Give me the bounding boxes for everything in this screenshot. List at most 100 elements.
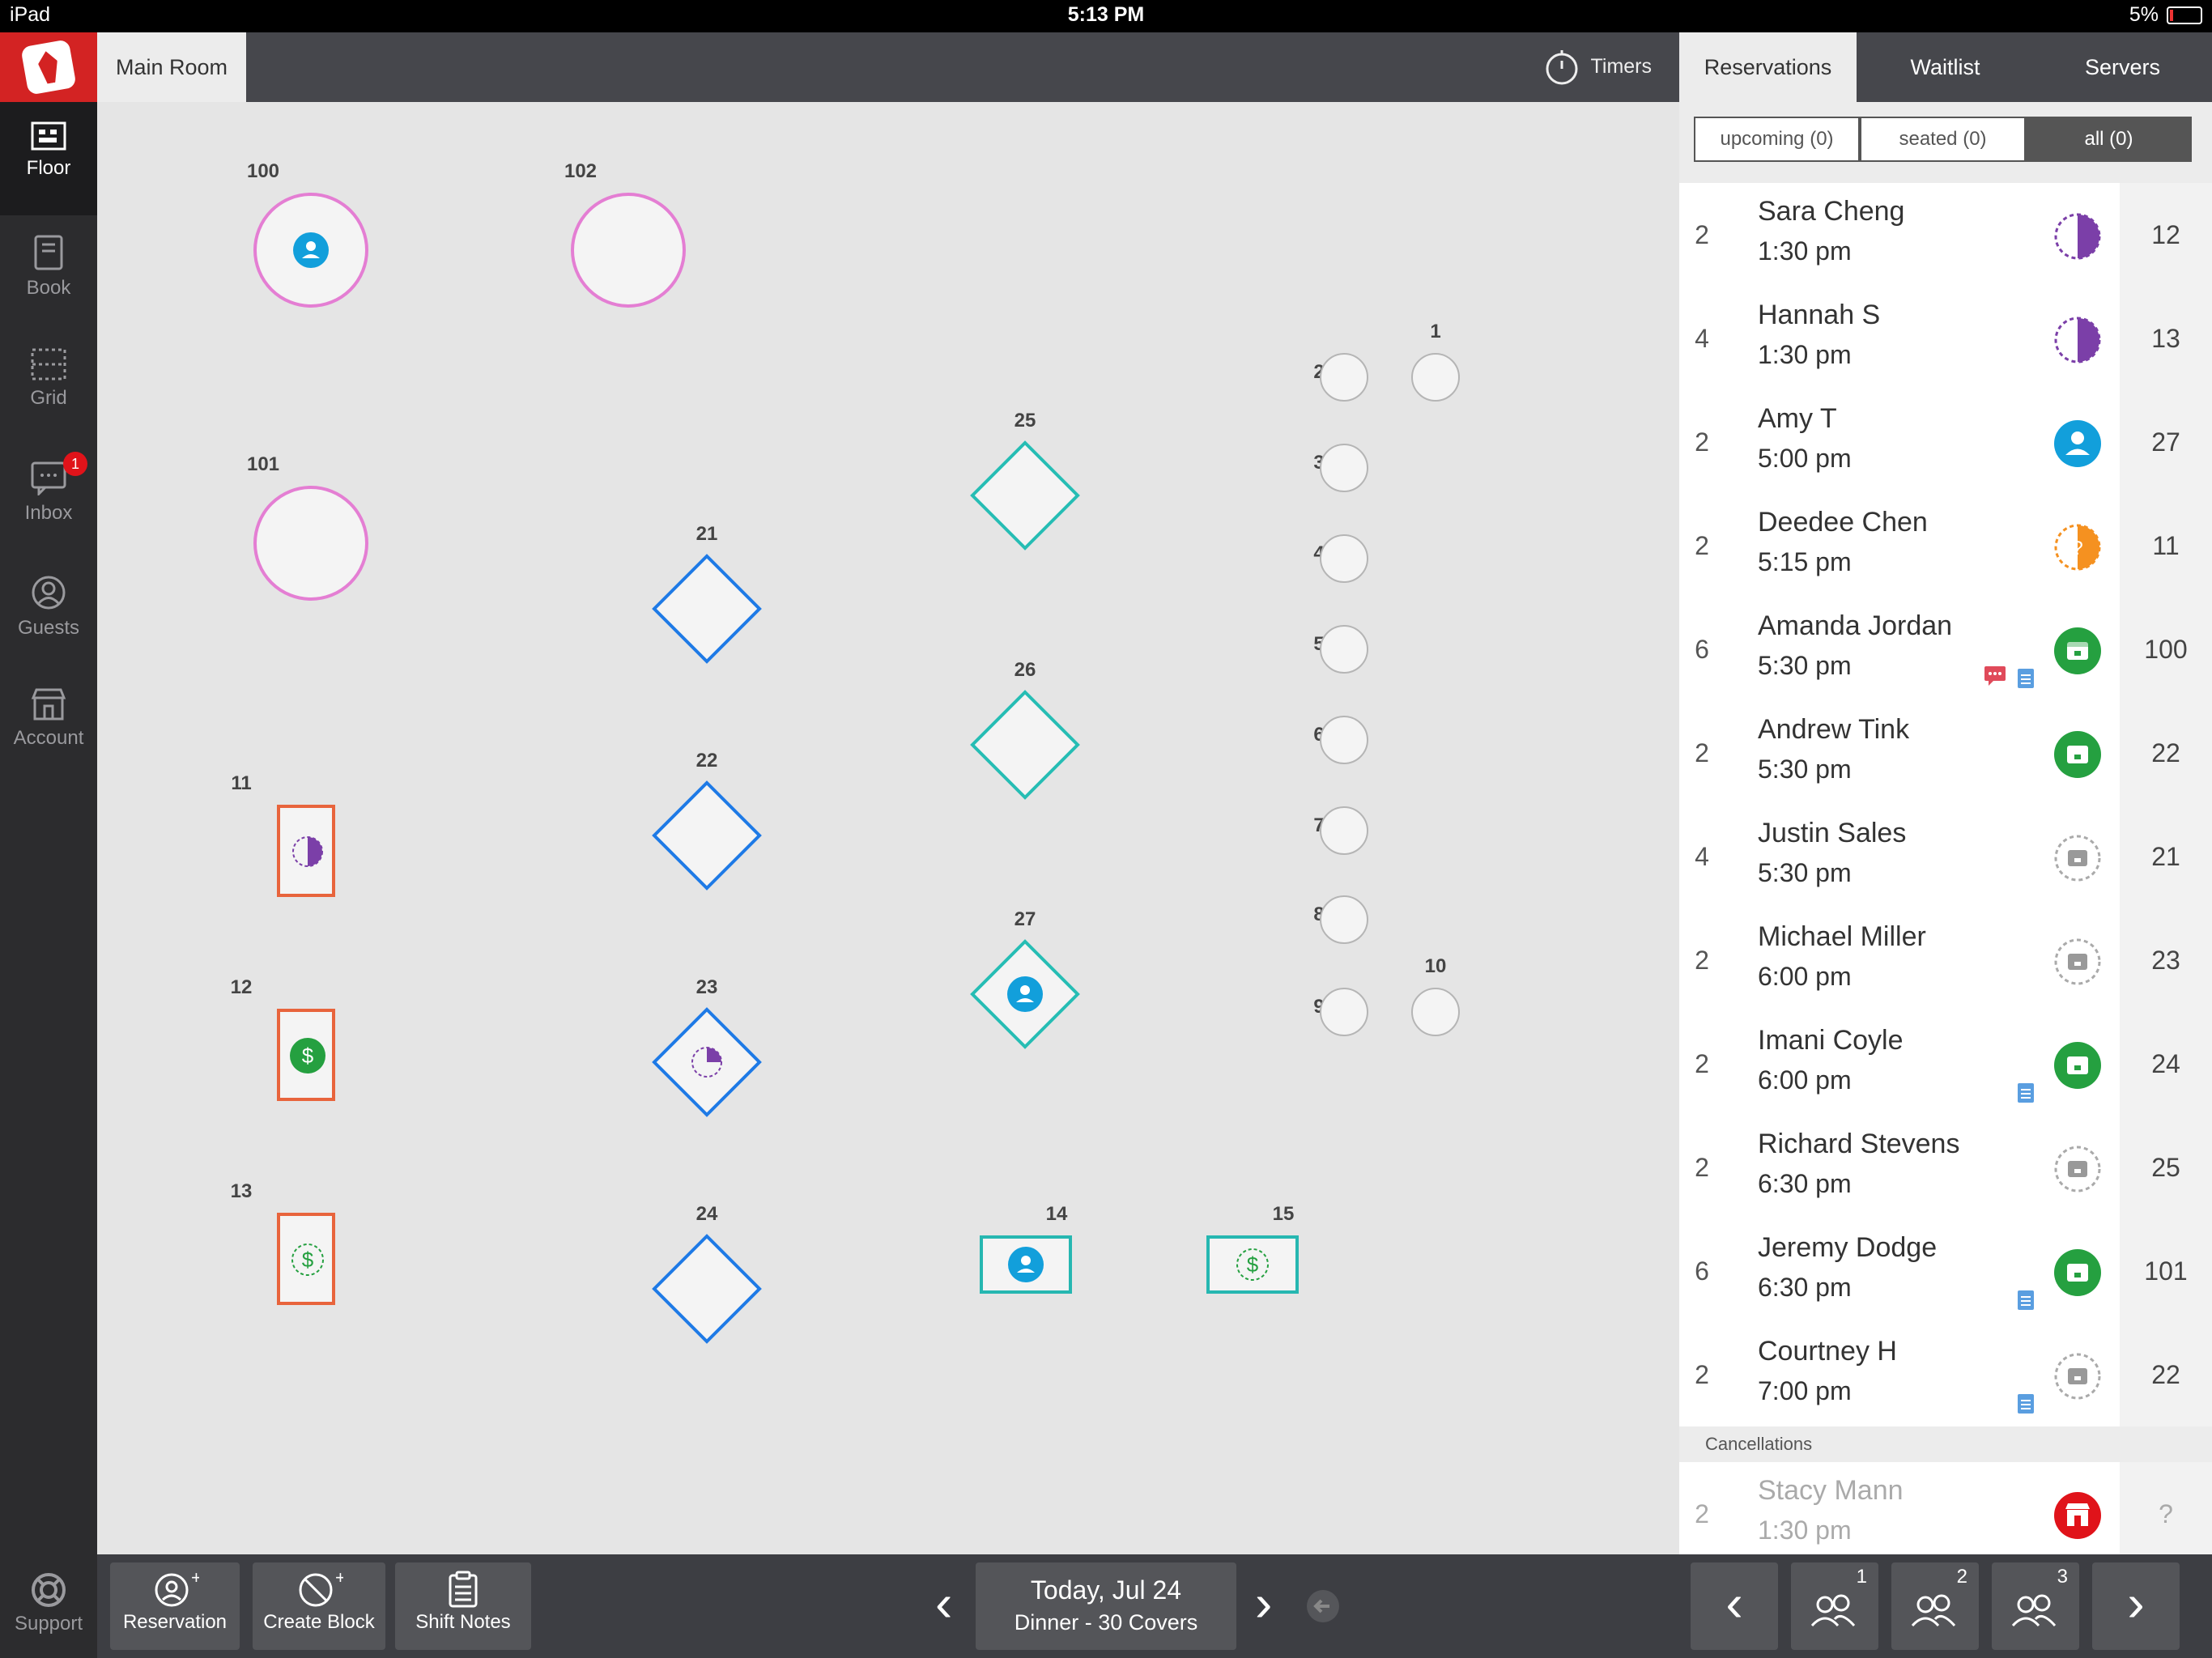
inbox-icon <box>31 461 66 495</box>
sidebar-item-floor[interactable]: Floor <box>0 102 97 215</box>
table-10[interactable] <box>1411 988 1460 1036</box>
table-24[interactable] <box>652 1234 762 1344</box>
assigned-table: 11 <box>2120 494 2212 597</box>
table-13[interactable]: $ <box>277 1213 335 1305</box>
table-label-10: 10 <box>1424 955 1447 977</box>
table-12[interactable]: $ <box>277 1009 335 1101</box>
table-101[interactable] <box>253 486 368 601</box>
sidebar-item-grid[interactable]: Grid <box>0 329 97 442</box>
party-size: 2 <box>1695 1360 1709 1389</box>
previous-day-chevron-icon[interactable]: ‹ <box>935 1577 952 1629</box>
server-group-1-button[interactable]: 1 <box>1791 1562 1878 1650</box>
timers-button[interactable]: Timers <box>1544 47 1652 86</box>
table-26[interactable] <box>970 690 1080 800</box>
table-label-25: 25 <box>1014 410 1036 432</box>
table-6[interactable] <box>1320 716 1368 764</box>
reservation-row[interactable]: 2 Courtney H 7:00 pm 22 <box>1679 1323 2212 1428</box>
table-label-1: 1 <box>1430 321 1441 342</box>
half-moon-icon <box>292 836 323 867</box>
table-5[interactable] <box>1320 625 1368 674</box>
back-to-today-icon[interactable] <box>1305 1588 1341 1624</box>
party-size: 2 <box>1695 1153 1709 1182</box>
grid-icon <box>31 348 66 380</box>
guest-name: Imani Coyle <box>1758 1025 1904 1056</box>
table-22[interactable] <box>652 780 762 891</box>
table-11[interactable] <box>277 805 335 897</box>
tab-waitlist[interactable]: Waitlist <box>1857 32 2034 102</box>
sidebar-item-label: Floor <box>26 157 71 179</box>
bottom-toolbar: + Reservation + Create Block Shift Notes… <box>97 1554 2212 1658</box>
filter-seated[interactable]: seated (0) <box>1860 117 2026 162</box>
table-21[interactable] <box>652 554 762 664</box>
block-icon: + <box>299 1571 343 1607</box>
reservation-row[interactable]: 2 Sara Cheng 1:30 pm 12 <box>1679 183 2212 288</box>
app-logo[interactable] <box>0 32 97 102</box>
table-2[interactable] <box>1320 353 1368 402</box>
reservation-row[interactable]: 2 Michael Miller 6:00 pm 23 <box>1679 908 2212 1014</box>
reservation-row[interactable]: 4 Justin Sales 5:30 pm 21 <box>1679 805 2212 910</box>
reservation-time: 5:00 pm <box>1758 444 1852 473</box>
table-4[interactable] <box>1320 534 1368 583</box>
new-reservation-button[interactable]: + Reservation <box>110 1562 240 1650</box>
reservation-row[interactable]: 2 Amy T 5:00 pm 27 <box>1679 390 2212 495</box>
table-25[interactable] <box>970 440 1080 551</box>
calendar-pending-icon <box>2054 938 2101 985</box>
clipboard-icon <box>449 1571 478 1608</box>
tab-servers[interactable]: Servers <box>2034 32 2211 102</box>
table-8[interactable] <box>1320 895 1368 944</box>
sidebar-item-book[interactable]: Book <box>0 215 97 329</box>
next-day-chevron-icon[interactable]: › <box>1255 1577 1272 1629</box>
shift-notes-button[interactable]: Shift Notes <box>395 1562 531 1650</box>
reservation-row[interactable]: 2 Richard Stevens 6:30 pm 25 <box>1679 1116 2212 1221</box>
sidebar-item-guests[interactable]: Guests <box>0 555 97 669</box>
tab-main-room[interactable]: Main Room <box>97 32 246 102</box>
support-button[interactable]: Support <box>0 1554 97 1658</box>
guest-name: Richard Stevens <box>1758 1129 1960 1159</box>
sidebar-item-account[interactable]: Account <box>0 669 97 782</box>
table-9[interactable] <box>1320 988 1368 1036</box>
servers-prev-button[interactable]: ‹ <box>1691 1562 1778 1650</box>
notes-icon <box>2018 1290 2034 1310</box>
table-1[interactable] <box>1411 353 1460 402</box>
reservations-panel: Reservations Waitlist Servers upcoming (… <box>1679 32 2212 1567</box>
server-group-3-button[interactable]: 3 <box>1992 1562 2079 1650</box>
filter-all[interactable]: all (0) <box>2026 117 2192 162</box>
guest-name: Jeremy Dodge <box>1758 1232 1938 1263</box>
table-27[interactable] <box>970 939 1080 1049</box>
table-7[interactable] <box>1320 806 1368 855</box>
server-group-2-button[interactable]: 2 <box>1891 1562 1979 1650</box>
half-moon-icon <box>2054 213 2101 260</box>
party-size: 2 <box>1695 1049 1709 1078</box>
assigned-table: 25 <box>2120 1116 2212 1219</box>
table-100[interactable] <box>253 193 368 308</box>
guest-name: Michael Miller <box>1758 921 1926 952</box>
guest-name: Amanda Jordan <box>1758 610 1953 641</box>
reservation-time: 6:00 pm <box>1758 962 1852 991</box>
chevron-left-icon: ‹ <box>1725 1574 1743 1632</box>
reservation-time: 5:30 pm <box>1758 651 1852 680</box>
server-group-number: 3 <box>2057 1566 2068 1588</box>
party-size: 2 <box>1695 1499 1709 1528</box>
check-paid-icon: $ <box>290 1038 325 1073</box>
table-102[interactable] <box>571 193 686 308</box>
reservation-row[interactable]: 4 Hannah S 1:30 pm 13 <box>1679 287 2212 392</box>
table-23[interactable] <box>652 1007 762 1117</box>
table-3[interactable] <box>1320 444 1368 492</box>
table-14[interactable] <box>980 1235 1072 1294</box>
reservation-row[interactable]: 2 Deedee Chen 5:15 pm ? 11 <box>1679 494 2212 599</box>
reservation-row[interactable]: 2 Imani Coyle 6:00 pm 24 <box>1679 1012 2212 1117</box>
servers-next-button[interactable]: › <box>2092 1562 2180 1650</box>
current-shift: Dinner - 30 Covers <box>1014 1610 1198 1635</box>
create-block-button[interactable]: + Create Block <box>253 1562 385 1650</box>
reservation-row[interactable]: 2 Andrew Tink 5:30 pm 22 <box>1679 701 2212 806</box>
date-shift-selector[interactable]: Today, Jul 24 Dinner - 30 Covers <box>976 1562 1236 1650</box>
assigned-table: 23 <box>2120 908 2212 1012</box>
reservation-row[interactable]: 6 Jeremy Dodge 6:30 pm 101 <box>1679 1219 2212 1324</box>
guest-name: Sara Cheng <box>1758 196 1905 227</box>
reservation-row[interactable]: 6 Amanda Jordan 5:30 pm 100 <box>1679 597 2212 703</box>
table-15[interactable]: $ <box>1206 1235 1299 1294</box>
filter-upcoming[interactable]: upcoming (0) <box>1694 117 1860 162</box>
tab-reservations[interactable]: Reservations <box>1679 32 1857 102</box>
cancelled-reservation-row[interactable]: 2 Stacy Mann 1:30 pm ? <box>1679 1462 2212 1567</box>
sidebar-item-inbox[interactable]: Inbox 1 <box>0 442 97 555</box>
